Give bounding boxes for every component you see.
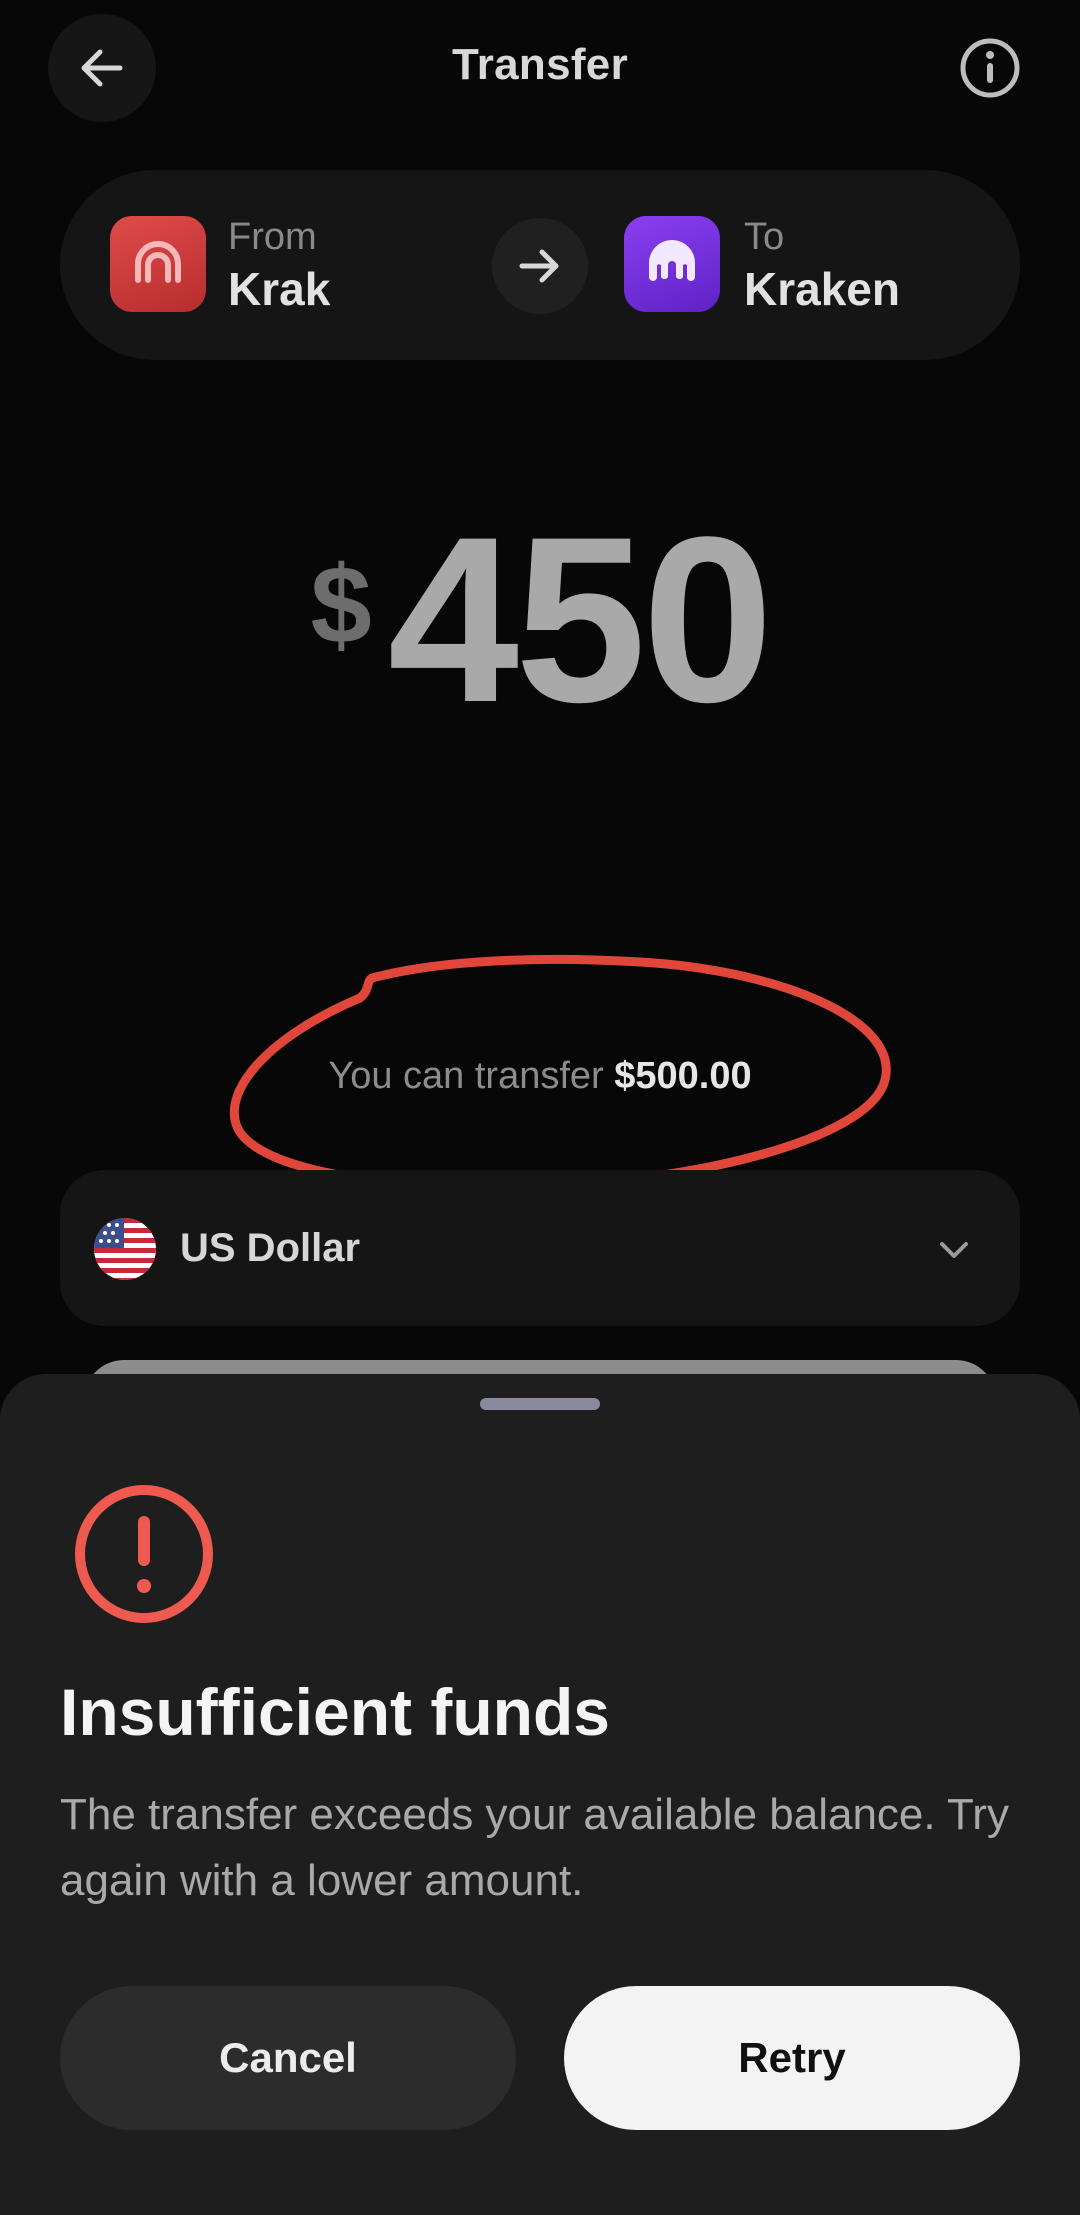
kraken-app-icon xyxy=(624,216,720,312)
currency-name: US Dollar xyxy=(180,1226,361,1270)
available-balance: You can transfer $500.00 xyxy=(0,1055,1080,1098)
currency-sign: $ xyxy=(310,544,372,667)
amount-value: 450 xyxy=(387,488,774,752)
from-account-name: Krak xyxy=(228,263,331,315)
amount-display[interactable]: $ 450 xyxy=(0,488,1080,752)
error-title: Insufficient funds xyxy=(60,1675,610,1749)
krak-logo-icon xyxy=(135,241,181,283)
available-amount: $500.00 xyxy=(614,1055,752,1097)
currency-select[interactable]: US Dollar xyxy=(60,1170,1020,1326)
chevron-down-icon xyxy=(940,1242,968,1258)
krak-app-icon xyxy=(110,216,206,312)
from-label: From xyxy=(228,216,317,258)
info-icon xyxy=(960,38,1020,98)
info-button[interactable] xyxy=(956,34,1024,102)
to-label: To xyxy=(744,216,785,258)
transfer-route-card: From Krak To Kraken xyxy=(60,170,1020,360)
swap-direction-button[interactable] xyxy=(492,218,588,314)
exclamation-circle-icon xyxy=(75,1485,213,1623)
kraken-logo-icon xyxy=(649,240,695,281)
transfer-screen: Transfer From Krak To Kraken $ 450 You c… xyxy=(0,0,1080,2215)
arrow-right-icon xyxy=(519,249,559,283)
cancel-button[interactable]: Cancel xyxy=(60,1986,516,2130)
us-flag-icon xyxy=(94,1218,156,1280)
error-bottom-sheet: Insufficient funds The transfer exceeds … xyxy=(0,1374,1080,2215)
page-title: Transfer xyxy=(451,40,629,89)
available-prefix: You can transfer xyxy=(328,1055,604,1097)
sheet-grabber[interactable] xyxy=(480,1398,600,1410)
retry-button[interactable]: Retry xyxy=(564,1986,1020,2130)
to-account-name: Kraken xyxy=(744,263,900,315)
error-message: The transfer exceeds your available bala… xyxy=(60,1790,1009,1905)
